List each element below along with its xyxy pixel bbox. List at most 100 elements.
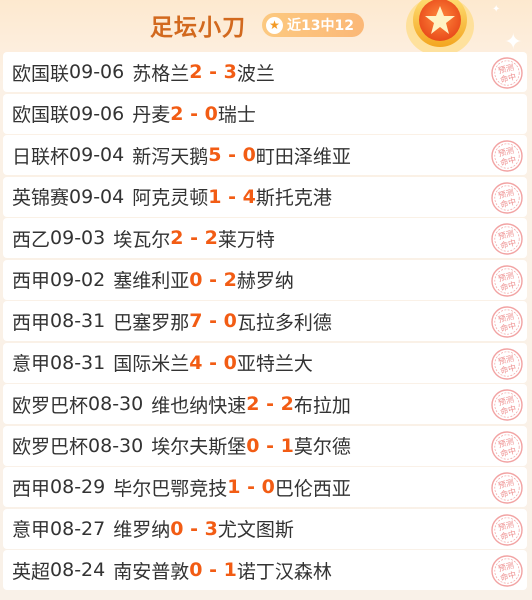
away-team: 瓦拉多利德 bbox=[236, 311, 332, 334]
home-score: 2 bbox=[246, 393, 260, 415]
away-team: 莱万特 bbox=[217, 228, 275, 251]
home-team: 南安普敦 bbox=[113, 560, 190, 583]
match-date: 08-31 bbox=[50, 310, 106, 332]
match-row[interactable]: 日联杯 09-04 新泻天鹅 5 - 0 町田泽维亚 预测 命中 bbox=[3, 135, 527, 175]
prediction-hit-stamp-icon: 预测命中 bbox=[491, 140, 523, 172]
away-score: 0 bbox=[223, 310, 237, 332]
away-team: 诺丁汉森林 bbox=[236, 560, 332, 583]
score-separator: - bbox=[202, 310, 224, 332]
home-team: 国际米兰 bbox=[113, 353, 190, 375]
match-date: 09-04 bbox=[69, 144, 125, 166]
expert-name[interactable]: 足坛小刀 bbox=[150, 8, 246, 42]
home-team: 丹麦 bbox=[132, 104, 171, 126]
prediction-hit-stamp-icon: 预测命中 bbox=[491, 264, 523, 297]
prediction-hit-stamp-icon: 预测命中 bbox=[491, 223, 523, 255]
away-score: 0 bbox=[223, 351, 237, 374]
score-separator: - bbox=[202, 268, 224, 291]
match-date: 09-04 bbox=[69, 185, 125, 208]
away-score: 0 bbox=[204, 102, 218, 125]
prediction-hit-stamp-icon: 预测命中 bbox=[491, 472, 523, 504]
away-team: 亚特兰大 bbox=[236, 353, 313, 375]
away-team: 尤文图斯 bbox=[217, 519, 294, 541]
match-row[interactable]: 意甲 08-27 维罗纳 0 - 3 尤文图斯 预测 命中 bbox=[3, 508, 527, 549]
match-row[interactable]: 欧罗巴杯 08-30 维也纳快速 2 - 2 布拉加 预测 命中 bbox=[3, 384, 527, 424]
league-name: 英超 bbox=[12, 560, 51, 583]
match-row[interactable]: 西甲 08-31 巴塞罗那 7 - 0 瓦拉多利德 预测 命中 bbox=[3, 301, 527, 341]
match-row[interactable]: 西乙 09-03 埃瓦尔 2 - 2 莱万特 预测 命中 bbox=[3, 218, 527, 258]
home-team: 维罗纳 bbox=[113, 519, 171, 541]
home-score: 0 bbox=[170, 517, 184, 540]
match-row[interactable]: 欧罗巴杯 08-30 埃尔夫斯堡 0 - 1 莫尔德 预测 命中 bbox=[3, 425, 527, 466]
prediction-hit-stamp-icon: 预测命中 bbox=[491, 181, 523, 214]
league-name: 西甲 bbox=[12, 311, 51, 334]
match-date: 09-03 bbox=[50, 227, 106, 249]
home-team: 巴塞罗那 bbox=[113, 311, 190, 334]
match-date: 08-31 bbox=[50, 351, 106, 374]
league-name: 欧罗巴杯 bbox=[12, 394, 89, 417]
away-team: 赫罗纳 bbox=[236, 270, 294, 292]
league-name: 西甲 bbox=[12, 477, 51, 500]
home-team: 阿克灵顿 bbox=[132, 187, 209, 209]
away-team: 瑞士 bbox=[217, 104, 256, 126]
match-row[interactable]: 意甲 08-31 国际米兰 4 - 0 亚特兰大 预测 命中 bbox=[3, 342, 527, 383]
match-row[interactable]: 西甲 09-02 塞维利亚 0 - 2 赫罗纳 预测 命中 bbox=[3, 259, 527, 300]
league-name: 欧国联 bbox=[12, 62, 70, 85]
away-team: 布拉加 bbox=[293, 394, 351, 417]
away-score: 0 bbox=[242, 144, 256, 166]
match-date: 08-30 bbox=[88, 434, 144, 457]
prediction-hit-stamp-icon: 预测命中 bbox=[491, 306, 523, 338]
away-score: 3 bbox=[204, 517, 218, 540]
home-team: 毕尔巴鄂竞技 bbox=[113, 477, 228, 500]
league-name: 意甲 bbox=[12, 353, 51, 375]
home-team: 新泻天鹅 bbox=[132, 145, 209, 168]
home-score: 1 bbox=[208, 185, 222, 208]
home-team: 埃尔夫斯堡 bbox=[151, 436, 247, 458]
match-date: 09-06 bbox=[69, 102, 125, 125]
league-name: 意甲 bbox=[12, 519, 51, 541]
away-team: 斯托克港 bbox=[255, 187, 332, 209]
home-score: 5 bbox=[208, 144, 222, 166]
away-score: 2 bbox=[223, 268, 237, 291]
sparkle-icon: ✦ bbox=[492, 4, 501, 15]
league-name: 欧国联 bbox=[12, 104, 70, 126]
score-separator: - bbox=[240, 476, 262, 498]
match-row[interactable]: 欧国联 09-06 苏格兰 2 - 3 波兰 预测 命中 bbox=[3, 52, 527, 92]
league-name: 日联杯 bbox=[12, 145, 70, 168]
away-score: 1 bbox=[280, 434, 294, 457]
record-badge: ★ 近13中12 bbox=[262, 13, 364, 37]
home-score: 2 bbox=[189, 61, 203, 83]
away-score: 0 bbox=[261, 476, 275, 498]
prediction-hit-stamp-icon: 预测命中 bbox=[491, 57, 523, 89]
home-score: 0 bbox=[189, 268, 203, 291]
away-score: 2 bbox=[204, 227, 218, 249]
home-team: 苏格兰 bbox=[132, 62, 190, 85]
score-separator: - bbox=[183, 517, 205, 540]
prediction-hit-stamp-icon: 预测命中 bbox=[491, 347, 523, 380]
away-score: 1 bbox=[223, 559, 237, 581]
match-date: 08-24 bbox=[50, 559, 106, 581]
match-row[interactable]: 英超 08-24 南安普敦 0 - 1 诺丁汉森林 预测 命中 bbox=[3, 550, 527, 590]
away-score: 2 bbox=[280, 393, 294, 415]
prediction-hit-stamp-icon: 预测命中 bbox=[491, 555, 523, 587]
match-date: 09-06 bbox=[69, 61, 125, 83]
home-score: 0 bbox=[189, 559, 203, 581]
score-separator: - bbox=[202, 559, 224, 581]
match-date: 08-30 bbox=[88, 393, 144, 415]
match-list: 欧国联 09-06 苏格兰 2 - 3 波兰 预测 命中 欧国联 09-06 丹麦 2 - 0瑞… bbox=[3, 52, 527, 592]
match-date: 09-02 bbox=[50, 268, 106, 291]
match-row[interactable]: 欧国联 09-06 丹麦 2 - 0 瑞士 bbox=[3, 93, 527, 134]
home-score: 2 bbox=[170, 102, 184, 125]
star-icon: ★ bbox=[266, 16, 283, 34]
match-row[interactable]: 西甲 08-29 毕尔巴鄂竞技 1 - 0 巴伦西亚 预测 命中 bbox=[3, 467, 527, 507]
home-score: 4 bbox=[189, 351, 203, 374]
league-name: 英锦赛 bbox=[12, 187, 70, 209]
score-separator: - bbox=[221, 144, 243, 166]
star-medal-icon bbox=[406, 0, 474, 56]
score-separator: - bbox=[259, 434, 281, 457]
league-name: 西甲 bbox=[12, 270, 51, 292]
home-score: 7 bbox=[189, 310, 203, 332]
score-separator: - bbox=[202, 61, 224, 83]
match-row[interactable]: 英锦赛 09-04 阿克灵顿 1 - 4 斯托克港 预测 命中 bbox=[3, 176, 527, 217]
score-separator: - bbox=[183, 227, 205, 249]
prediction-hit-stamp-icon: 预测命中 bbox=[491, 513, 523, 546]
